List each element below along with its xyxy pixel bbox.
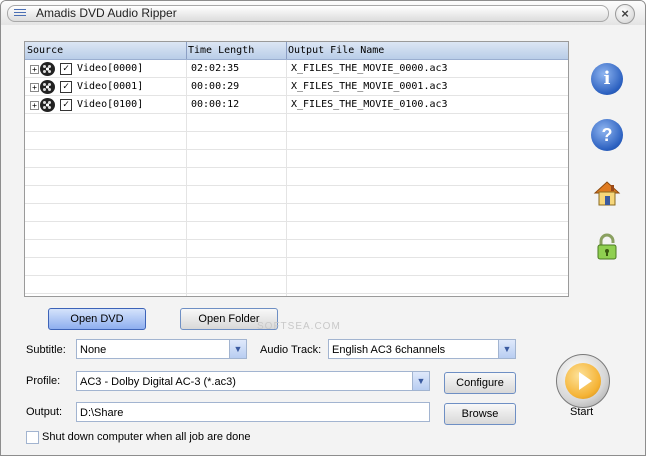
row-checkbox[interactable]: ✓ xyxy=(60,99,72,111)
profile-label: Profile: xyxy=(26,375,61,387)
open-dvd-button[interactable]: Open DVD xyxy=(48,308,146,330)
home-icon[interactable] xyxy=(591,177,623,209)
configure-button[interactable]: Configure xyxy=(444,372,516,394)
info-icon[interactable]: i xyxy=(591,63,623,95)
time-cell: 00:00:12 xyxy=(191,99,240,110)
chevron-down-icon[interactable]: ▼ xyxy=(229,340,246,358)
watermark: SOFTSEA.COM xyxy=(257,321,341,332)
table-row[interactable]: + ✓ Video[0001] 00:00:29 X_FILES_THE_MOV… xyxy=(25,78,568,96)
column-header-source[interactable]: Source xyxy=(25,42,187,59)
profile-select[interactable]: AC3 - Dolby Digital AC-3 (*.ac3) ▼ xyxy=(76,371,430,391)
title-pill: Amadis DVD Audio Ripper xyxy=(7,5,609,22)
subtitle-select[interactable]: None ▼ xyxy=(76,339,247,359)
chevron-down-icon[interactable]: ▼ xyxy=(412,372,429,390)
audio-track-value: English AC3 6channels xyxy=(332,344,446,356)
expand-icon[interactable]: + xyxy=(30,101,39,110)
list-body: + ✓ Video[0000] 02:02:35 X_FILES_THE_MOV… xyxy=(25,60,568,296)
help-icon[interactable]: ? xyxy=(591,119,623,151)
window-title: Amadis DVD Audio Ripper xyxy=(36,6,177,20)
chevron-down-icon[interactable]: ▼ xyxy=(498,340,515,358)
play-icon xyxy=(565,363,601,399)
shutdown-label: Shut down computer when all job are done xyxy=(42,431,251,443)
time-cell: 02:02:35 xyxy=(191,63,240,74)
film-reel-icon xyxy=(40,62,55,76)
title-bar: Amadis DVD Audio Ripper × xyxy=(1,1,645,25)
output-cell: X_FILES_THE_MOVIE_0100.ac3 xyxy=(291,99,448,110)
lock-icon[interactable] xyxy=(591,231,623,263)
video-list[interactable]: Source Time Length Output File Name + ✓ … xyxy=(24,41,569,297)
time-cell: 00:00:29 xyxy=(191,81,240,92)
main-window: Amadis DVD Audio Ripper × Source Time Le… xyxy=(0,0,646,456)
audio-track-label: Audio Track: xyxy=(260,344,322,356)
list-header: Source Time Length Output File Name xyxy=(25,42,568,60)
source-cell: Video[0100] xyxy=(77,99,144,110)
start-label: Start xyxy=(570,406,594,418)
shutdown-checkbox[interactable] xyxy=(26,431,39,444)
expand-icon[interactable]: + xyxy=(30,65,39,74)
start-button[interactable] xyxy=(556,354,610,408)
expand-icon[interactable]: + xyxy=(30,83,39,92)
browse-button[interactable]: Browse xyxy=(444,403,516,425)
system-menu-icon[interactable] xyxy=(14,9,26,18)
row-checkbox[interactable]: ✓ xyxy=(60,63,72,75)
subtitle-value: None xyxy=(80,344,107,356)
output-cell: X_FILES_THE_MOVIE_0001.ac3 xyxy=(291,81,448,92)
profile-value: AC3 - Dolby Digital AC-3 (*.ac3) xyxy=(80,376,236,388)
output-cell: X_FILES_THE_MOVIE_0000.ac3 xyxy=(291,63,448,74)
output-label: Output: xyxy=(26,406,63,418)
table-row[interactable]: + ✓ Video[0000] 02:02:35 X_FILES_THE_MOV… xyxy=(25,60,568,78)
column-header-output[interactable]: Output File Name xyxy=(286,42,566,59)
source-cell: Video[0000] xyxy=(77,63,144,74)
table-row[interactable]: + ✓ Video[0100] 00:00:12 X_FILES_THE_MOV… xyxy=(25,96,568,114)
film-reel-icon xyxy=(40,80,55,94)
column-header-time[interactable]: Time Length xyxy=(186,42,287,59)
close-button[interactable]: × xyxy=(615,4,635,24)
subtitle-label: Subtitle: xyxy=(26,344,66,356)
output-path-input[interactable]: D:\Share xyxy=(76,402,430,422)
source-cell: Video[0001] xyxy=(77,81,144,92)
row-checkbox[interactable]: ✓ xyxy=(60,81,72,93)
film-reel-icon xyxy=(40,98,55,112)
audio-track-select[interactable]: English AC3 6channels ▼ xyxy=(328,339,516,359)
